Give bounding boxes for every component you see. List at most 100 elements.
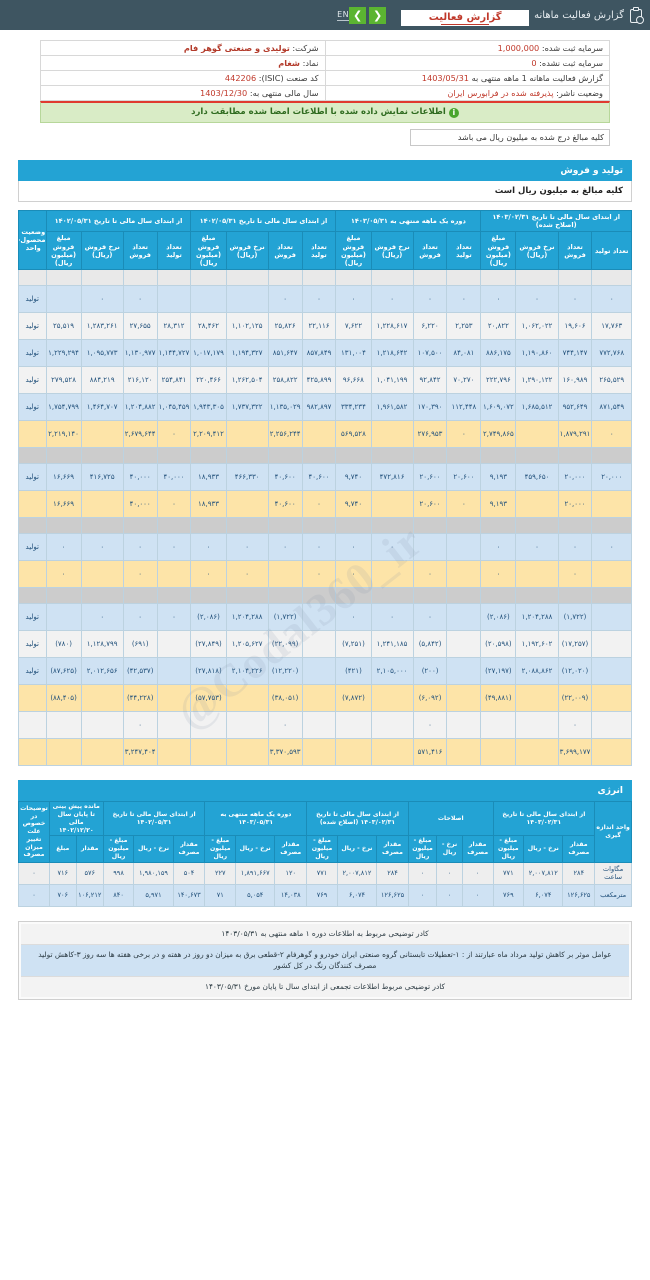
- table-cell: ۰: [18, 883, 50, 907]
- table-cell: [301, 269, 337, 287]
- table-cell: ۵۰۴: [172, 861, 206, 885]
- table-cell: ۱,۱۹۲,۶۰۲: [515, 630, 559, 659]
- table-cell: [190, 517, 227, 535]
- table-cell: [190, 587, 227, 605]
- table-cell: ۱,۱۹۰,۸۶۰: [515, 339, 559, 368]
- table-cell: ۱,۹۸۰,۱۵۹: [133, 861, 174, 885]
- table-cell: ۰: [190, 560, 227, 589]
- energy-col-header-9: مقدار مصرف: [274, 835, 308, 863]
- info-cell-capital-registered: سرمایه ثبت شده: 1,000,000: [324, 40, 610, 56]
- product-status-cell: تولید: [18, 393, 47, 422]
- prev-report-button[interactable]: ❮: [369, 6, 387, 24]
- table-cell: ۰: [557, 560, 593, 589]
- table-cell: ۷۱۶: [48, 861, 77, 885]
- table-cell: [591, 517, 632, 535]
- table-cell: ۱,۱۰۲,۱۲۵: [225, 312, 269, 341]
- table-cell: (۶,۰۹۲): [412, 684, 448, 713]
- table-cell: [301, 738, 337, 767]
- table-cell: (۴۲۱): [335, 657, 372, 686]
- table-cell: ۱,۰۶۲,۰۲۲: [515, 312, 559, 341]
- table-cell: ۸۴۰: [102, 883, 135, 907]
- energy-section-title: انرژی: [18, 780, 632, 802]
- info-cell-symbol: نماد: شغام: [40, 55, 326, 71]
- table-row: ۱۷,۷۶۳ ۱۹,۶۰۶ ۱,۰۶۲,۰۲۲ ۲۰,۸۲۲ ۲,۲۵۳ ۶,۲۲۰ ۱,۲…: [18, 312, 632, 341]
- fiscal-year-value: 1403/12/30: [200, 88, 248, 98]
- isic-label: کد صنعت (ISIC):: [258, 73, 319, 83]
- capital-registered-value: 1,000,000: [497, 43, 540, 53]
- energy-col-header-0: مقدار مصرف: [562, 835, 596, 863]
- energy-group-header-1: اصلاحات: [407, 801, 494, 837]
- table-cell: ۱,۰۱۷,۱۷۹: [190, 339, 227, 368]
- table-cell: ۵,۰۵۴: [235, 883, 276, 907]
- table-cell: ۴۰,۰۰۰: [156, 463, 192, 492]
- table-cell: ۲۸,۴۶۲: [190, 312, 227, 341]
- next-report-button[interactable]: ❯: [349, 6, 367, 24]
- energy-col-header-4: نرخ - ریال: [436, 835, 463, 863]
- table-cell: [267, 269, 303, 287]
- table-cell: (۲۷,۱۹۷): [480, 657, 517, 686]
- table-cell: [335, 269, 372, 287]
- table-cell: ۰: [407, 861, 438, 885]
- table-row: (۱۷,۲۵۷) ۱,۱۹۲,۶۰۲ (۲۰,۵۹۸) (۵,۸۴۲) ۱,۲۴۱,۱۸…: [18, 630, 632, 659]
- table-cell: ۰: [156, 603, 192, 632]
- table-cell: ۳,۲۴۷,۴۰۴: [122, 738, 158, 767]
- table-cell: ۰: [301, 490, 337, 519]
- table-cell: [190, 738, 227, 767]
- table-cell: [301, 630, 337, 659]
- table-cell: [225, 517, 269, 535]
- table-cell: ۲۵۸,۸۲۲: [267, 366, 303, 395]
- table-cell: ۰: [446, 285, 482, 314]
- table-cell: ۰: [370, 285, 414, 314]
- table-cell: [515, 684, 559, 713]
- table-cell: (۸۷,۶۲۵): [45, 657, 82, 686]
- table-cell: [301, 517, 337, 535]
- table-cell: ۱۹,۶۰۶: [557, 312, 593, 341]
- energy-col-header-1: نرخ - ریال: [523, 835, 564, 863]
- note-row: کادر توضیحی مربوط به اطلاعات دوره ۱ ماهه…: [21, 923, 629, 945]
- group-header-1: دوره یک ماهه منتهی به ۱۴۰۳/۰۵/۳۱: [335, 209, 482, 233]
- table-cell: ۱,۲۲۹,۲۹۴: [45, 339, 82, 368]
- table-cell: ۰: [557, 711, 593, 740]
- table-cell: ۰: [480, 533, 517, 562]
- table-cell: ۰: [45, 560, 82, 589]
- period-value: 1403/05/31: [421, 73, 469, 83]
- col-header-15: مبلغ فروش (میلیون ریال): [45, 231, 82, 271]
- table-cell: [557, 587, 593, 605]
- table-cell: ۰: [412, 711, 448, 740]
- table-cell: ۸۸۴,۲۱۹: [80, 366, 124, 395]
- table-row: (۲۲,۰۰۹) (۴۹,۸۸۱) (۶,۰۹۲) (۷,۸۷۲) (۳۸,۰۵۱) (۵…: [18, 684, 632, 713]
- table-cell: ۴۰,۰۰۰: [122, 490, 158, 519]
- table-cell: ۹۹۸: [102, 861, 135, 885]
- table-cell: [515, 420, 559, 449]
- table-cell: ۹۲,۸۴۲: [412, 366, 448, 395]
- group-header-0: از ابتدای سال مالی تا تاریخ ۱۴۰۳/۰۲/۳۱ (…: [480, 209, 632, 233]
- table-cell: ۱۷,۷۶۳: [591, 312, 632, 341]
- table-cell: (۱۷,۲۵۷): [557, 630, 593, 659]
- table-cell: [80, 684, 124, 713]
- table-cell: [80, 560, 124, 589]
- table-cell: ۰: [591, 285, 632, 314]
- col-header-7: مبلغ فروش (میلیون ریال): [335, 231, 372, 271]
- info-cell-fiscal-year: سال مالی منتهی به: 1403/12/30: [40, 85, 326, 101]
- table-cell: ۲۲۷: [204, 861, 237, 885]
- table-cell: ۰: [80, 533, 124, 562]
- company-value: تولیدی و صنعتی گوهر فام: [183, 43, 290, 53]
- language-toggle-en[interactable]: EN: [337, 10, 350, 21]
- product-status-cell: تولید: [18, 366, 47, 395]
- table-cell: [446, 657, 482, 686]
- info-icon: i: [448, 108, 459, 118]
- report-type-label: گزارش فعالیت ماهانه: [534, 9, 624, 21]
- table-cell: [301, 447, 337, 465]
- table-cell: ۴۰,۶۰۰: [267, 463, 303, 492]
- product-status-cell: [18, 269, 47, 287]
- table-row: (۱,۷۲۲) ۱,۲۰۴,۲۸۸ (۲,۰۸۶) ۰ ۰ ۰ (۱,۷۲۲) ۱,۲۰۴,۲…: [18, 603, 632, 632]
- table-cell: [122, 447, 158, 465]
- group-header-3: از ابتدای سال مالی تا تاریخ ۱۴۰۲/۰۵/۳۱: [45, 209, 192, 233]
- table-cell: [591, 269, 632, 287]
- table-cell: ۲۸۴: [376, 861, 409, 885]
- table-cell: [225, 420, 269, 449]
- product-status-cell: تولید: [18, 533, 47, 562]
- table-cell: ۲۲,۱۱۶: [301, 312, 337, 341]
- table-cell: ۹,۱۹۳: [480, 463, 517, 492]
- table-cell: [156, 684, 192, 713]
